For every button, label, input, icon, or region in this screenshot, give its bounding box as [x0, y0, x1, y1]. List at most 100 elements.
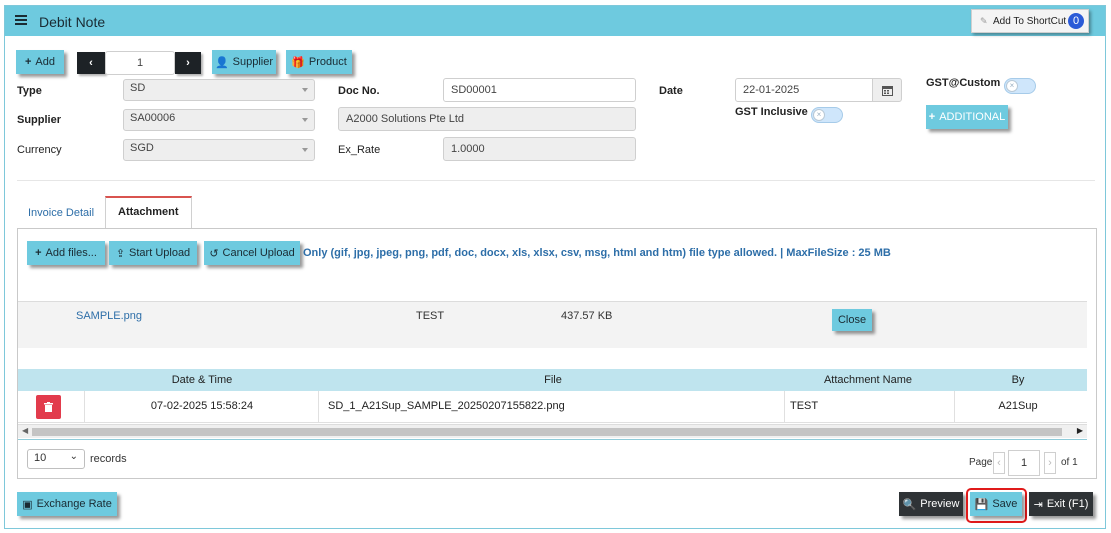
cancel-upload-button[interactable]: ↺ Cancel Upload	[204, 241, 300, 265]
supplier-button[interactable]: 👤 Supplier	[212, 50, 276, 74]
date-input[interactable]: 22-01-2025	[735, 78, 875, 102]
exit-button[interactable]: ⇥ Exit (F1)	[1029, 492, 1093, 516]
plus-icon: +	[24, 56, 32, 68]
product-button[interactable]: 🎁 Product	[286, 50, 352, 74]
tab-invoice-detail[interactable]: Invoice Detail	[28, 207, 94, 219]
scroll-left-icon[interactable]: ◀	[22, 426, 28, 435]
close-button-label: Close	[837, 314, 867, 326]
column-header-file: File	[544, 374, 562, 386]
file-type-note: Only (gif, jpg, jpeg, png, pdf, doc, doc…	[303, 247, 891, 259]
column-header-by: By	[1011, 374, 1025, 386]
caret-down-icon	[302, 148, 308, 152]
caret-down-icon	[302, 88, 308, 92]
floppy-disk-icon: 💾	[974, 498, 989, 511]
currency-label: Currency	[17, 144, 62, 156]
next-record-button[interactable]: ›	[175, 52, 201, 74]
ex-rate-input[interactable]: 1.0000	[443, 137, 636, 161]
queued-file-title: TEST	[416, 310, 445, 322]
currency-value: SGD	[130, 142, 154, 154]
page-number-input[interactable]: 1	[1008, 450, 1040, 476]
preview-label: Preview	[920, 498, 960, 510]
gst-inclusive-label: GST Inclusive	[735, 106, 808, 118]
supplier-value: SA00006	[130, 112, 176, 124]
preview-button[interactable]: 🔍 Preview	[899, 492, 963, 516]
search-icon: 🔍	[902, 498, 917, 511]
chevron-right-icon: ›	[186, 57, 190, 69]
row-attachment-name: TEST	[790, 400, 819, 412]
row-file-link[interactable]: SD_1_A21Sup_SAMPLE_20250207155822.png	[328, 400, 565, 412]
type-value: SD	[130, 82, 146, 94]
delete-row-button[interactable]	[36, 395, 61, 419]
ex-rate-label: Ex_Rate	[338, 144, 381, 156]
sign-out-icon: ⇥	[1033, 498, 1043, 511]
column-divider	[954, 391, 955, 423]
exchange-rate-label: Exchange Rate	[36, 498, 112, 510]
gst-inclusive-toggle[interactable]: ×	[811, 107, 843, 123]
start-upload-button[interactable]: ⇪ Start Upload	[109, 241, 197, 265]
gst-custom-label: GST@Custom	[926, 77, 1001, 89]
caret-down-icon	[302, 118, 308, 122]
doc-no-label: Doc No.	[338, 85, 380, 97]
shortcut-count-badge: 0	[1068, 13, 1084, 29]
page-of-label: of 1	[1061, 457, 1078, 468]
chevron-left-icon: ‹	[89, 57, 93, 69]
page-label: Page	[969, 457, 993, 468]
attachment-panel: + Add files... ⇪ Start Upload ↺ Cancel U…	[17, 228, 1097, 479]
record-number-input[interactable]: 1	[105, 51, 175, 75]
pin-icon: ✎	[980, 15, 988, 26]
chevron-right-icon: ›	[1048, 457, 1052, 469]
date-label: Date	[659, 85, 683, 97]
tab-attachment[interactable]: Attachment	[105, 196, 192, 229]
divider	[18, 439, 1087, 440]
queued-file-size: 437.57 KB	[561, 310, 613, 322]
hamburger-menu-icon[interactable]	[15, 15, 27, 25]
scroll-right-icon[interactable]: ▶	[1077, 426, 1083, 435]
attachments-table-header: Date & Time File Attachment Name By	[18, 369, 1087, 391]
scrollbar-thumb[interactable]	[32, 428, 1062, 436]
records-per-page-select[interactable]: 10 ⌄	[27, 449, 85, 469]
save-label: Save	[992, 498, 1018, 510]
exit-label: Exit (F1)	[1046, 498, 1089, 510]
add-button[interactable]: + Add	[16, 50, 64, 74]
plus-icon: +	[928, 111, 936, 123]
type-select[interactable]: SD	[123, 79, 315, 101]
add-button-label: Add	[35, 56, 55, 68]
gst-custom-toggle[interactable]: ×	[1004, 78, 1036, 94]
type-label: Type	[17, 85, 42, 97]
toggle-off-icon: ×	[1006, 80, 1018, 92]
queued-file-row: SAMPLE.png TEST 437.57 KB Close	[18, 302, 1087, 348]
prev-page-button[interactable]: ‹	[993, 452, 1005, 474]
additional-button-label: ADDITIONAL	[939, 111, 1006, 123]
table-row: 07-02-2025 15:58:24 SD_1_A21Sup_SAMPLE_2…	[18, 391, 1087, 423]
queued-file-name[interactable]: SAMPLE.png	[76, 310, 142, 322]
doc-no-input[interactable]: SD00001	[443, 78, 636, 102]
add-to-shortcut-label: Add To ShortCut	[993, 15, 1067, 27]
title-bar: Debit Note ✎ Add To ShortCut 0	[5, 6, 1105, 36]
exchange-rate-button[interactable]: ▣ Exchange Rate	[17, 492, 117, 516]
product-button-label: Product	[308, 56, 347, 68]
divider	[18, 301, 1087, 302]
additional-button[interactable]: + ADDITIONAL	[926, 105, 1008, 129]
save-button[interactable]: 💾 Save	[970, 492, 1022, 516]
chevron-left-icon: ‹	[997, 457, 1001, 469]
calendar-button[interactable]	[872, 78, 902, 102]
toggle-off-icon: ×	[813, 109, 825, 121]
column-divider	[318, 391, 319, 423]
currency-select[interactable]: SGD	[123, 139, 315, 161]
upload-icon: ⇪	[115, 247, 126, 260]
column-header-datetime: Date & Time	[171, 374, 233, 386]
money-icon: ▣	[22, 498, 33, 511]
add-to-shortcut-button[interactable]: ✎ Add To ShortCut 0	[971, 9, 1089, 33]
cancel-upload-label: Cancel Upload	[222, 247, 295, 259]
gift-icon: 🎁	[291, 56, 305, 69]
column-divider	[784, 391, 785, 423]
close-button[interactable]: Close	[832, 309, 872, 331]
trash-icon	[44, 402, 53, 412]
next-page-button[interactable]: ›	[1044, 452, 1056, 474]
add-files-button[interactable]: + Add files...	[27, 241, 105, 265]
debit-note-window: Debit Note ✎ Add To ShortCut 0 + Add ‹ 1…	[4, 5, 1106, 529]
horizontal-scrollbar[interactable]: ◀ ▶	[18, 424, 1087, 438]
supplier-select[interactable]: SA00006	[123, 109, 315, 131]
prev-record-button[interactable]: ‹	[77, 52, 105, 74]
user-icon: 👤	[214, 56, 229, 69]
